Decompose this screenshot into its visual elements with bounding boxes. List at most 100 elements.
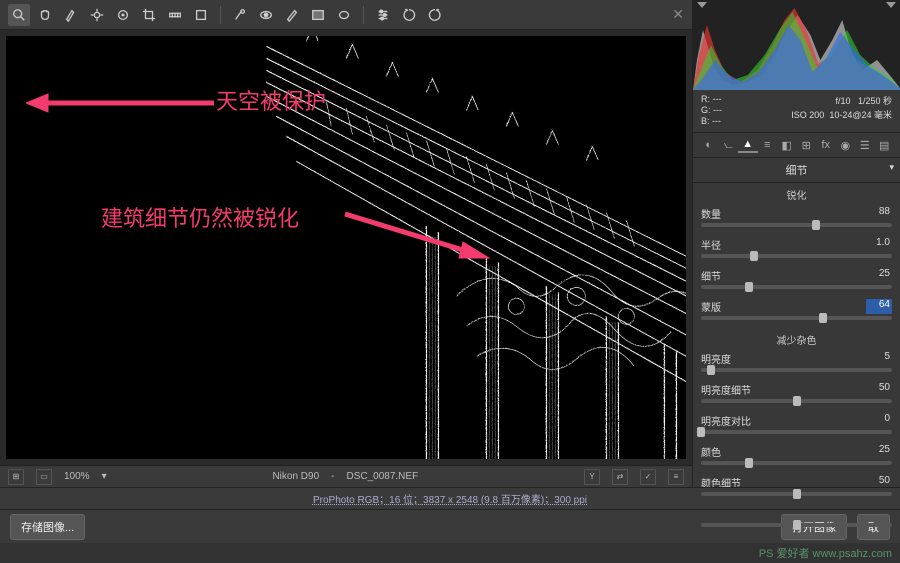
noise-header: 减少杂色 [693,328,900,349]
straighten-tool[interactable] [164,4,186,26]
toggle-compare-icon[interactable]: ⇄ [612,469,628,485]
tab-camera-icon[interactable]: ◉ [836,137,856,153]
lum_con-thumb[interactable] [697,427,705,437]
masking-label: 蒙版 [701,299,721,314]
zoom-level[interactable]: 100% [64,471,90,482]
tab-split-icon[interactable]: ◧ [777,137,797,153]
lum_det-track[interactable] [701,399,892,403]
graduated-filter-tool[interactable] [307,4,329,26]
detail-track[interactable] [701,285,892,289]
luminance-thumb[interactable] [707,365,715,375]
lum_con-track[interactable] [701,430,892,434]
detail-slider[interactable]: 细节 25 [693,266,900,297]
crop-tool[interactable] [138,4,160,26]
color-track[interactable] [701,461,892,465]
transform-tool[interactable] [190,4,212,26]
detail-thumb[interactable] [745,282,753,292]
shadow-clip-icon[interactable] [697,2,707,8]
radius-slider[interactable]: 半径 1.0 [693,235,900,266]
panel-section-title: 细节▾ [693,158,900,183]
readout-r: R: --- [701,94,722,104]
readout-iso: ISO 200 [791,110,824,120]
tab-hsl-icon[interactable]: ≡ [758,137,778,153]
lum_det-thumb[interactable] [793,396,801,406]
zoom-tool[interactable] [8,4,30,26]
histogram[interactable] [693,0,900,90]
readout-lens: 10-24@24 毫米 [829,110,892,120]
readout-g: G: --- [701,105,722,115]
panel-menu-icon[interactable]: ✕ [672,6,684,23]
section-menu-icon[interactable]: ▾ [889,162,894,173]
lum_det-label: 明亮度细节 [701,382,751,397]
workflow-link: ProPhoto RGB；16 位；3837 x 2548 (9.8 百万像素)… [313,491,587,506]
tab-detail-icon[interactable]: ▲ [738,137,758,153]
toggle-y-icon[interactable]: Y [584,469,600,485]
save-image-button[interactable]: 存储图像... [10,514,85,540]
tab-curve-icon[interactable]: ⦦ [719,137,739,153]
adjustment-brush-tool[interactable] [281,4,303,26]
highlight-clip-icon[interactable] [886,2,896,8]
luminance-track[interactable] [701,368,892,372]
tab-basic-icon[interactable]: ◐ [699,137,719,153]
white-balance-tool[interactable] [60,4,82,26]
color-value[interactable]: 25 [866,444,892,459]
amount-slider[interactable]: 数量 88 [693,204,900,235]
amount-track[interactable] [701,223,892,227]
readout-aperture: f/10 [835,96,850,106]
masking-thumb[interactable] [819,313,827,323]
lum_con-slider[interactable]: 明亮度对比 0 [693,411,900,442]
view-single-icon[interactable]: ▭ [36,469,52,485]
workflow-info-bar[interactable]: ProPhoto RGB；16 位；3837 x 2548 (9.8 百万像素)… [0,487,900,509]
radius-value[interactable]: 1.0 [866,237,892,252]
amount-thumb[interactable] [812,220,820,230]
file-name: DSC_0087.NEF [346,471,418,482]
targeted-adjustment-tool[interactable] [112,4,134,26]
color-sampler-tool[interactable] [86,4,108,26]
radius-track[interactable] [701,254,892,258]
red-eye-tool[interactable] [255,4,277,26]
toggle-menu-icon[interactable]: ≡ [668,469,684,485]
lum_con-label: 明亮度对比 [701,413,751,428]
tab-presets-icon[interactable]: ☰ [855,137,875,153]
preview-canvas[interactable]: 天空被保护 建筑细节仍然被锐化 [6,36,686,459]
annotation-building: 建筑细节仍然被锐化 [101,201,299,233]
col_det-track[interactable] [701,492,892,496]
readout-b: B: --- [701,116,722,126]
masking-slider[interactable]: 蒙版 64 [693,297,900,328]
detail-value[interactable]: 25 [866,268,892,283]
lum_det-slider[interactable]: 明亮度细节 50 [693,380,900,411]
sharpen-header: 锐化 [693,183,900,204]
radius-thumb[interactable] [750,251,758,261]
color-thumb[interactable] [745,458,753,468]
spot-removal-tool[interactable] [229,4,251,26]
radius-label: 半径 [701,237,721,252]
detail-label: 细节 [701,268,721,283]
hand-tool[interactable] [34,4,56,26]
amount-label: 数量 [701,206,721,221]
lum_det-value[interactable]: 50 [866,382,892,397]
view-grid-icon[interactable]: ⊞ [8,469,24,485]
radial-filter-tool[interactable] [333,4,355,26]
rotate-ccw-tool[interactable] [398,4,420,26]
amount-value[interactable]: 88 [866,206,892,221]
masking-value[interactable]: 64 [866,299,892,314]
panel-tabs: ◐ ⦦ ▲ ≡ ◧ ⊞ fx ◉ ☰ ▤ [693,133,900,158]
rotate-cw-tool[interactable] [424,4,446,26]
lum_con-value[interactable]: 0 [866,413,892,428]
annotation-sky: 天空被保护 [216,84,326,116]
tab-lens-icon[interactable]: ⊞ [797,137,817,153]
preferences-tool[interactable] [372,4,394,26]
luminance-slider[interactable]: 明亮度5 [693,349,900,380]
masking-track[interactable] [701,316,892,320]
tab-fx-icon[interactable]: fx [816,137,836,153]
toggle-mark-icon[interactable]: ✓ [640,469,656,485]
luminance-value[interactable]: 5 [866,351,892,366]
color-label: 颜色 [701,444,721,459]
col_det-thumb[interactable] [793,489,801,499]
info-readout: R: --- G: --- B: --- f/10 1/250 秒 ISO 20… [693,90,900,133]
color-slider[interactable]: 颜色 25 [693,442,900,473]
col_smo-thumb[interactable] [793,520,801,530]
adjustments-panel: R: --- G: --- B: --- f/10 1/250 秒 ISO 20… [692,0,900,487]
col_smo-track[interactable] [701,523,892,527]
tab-snapshots-icon[interactable]: ▤ [875,137,895,153]
